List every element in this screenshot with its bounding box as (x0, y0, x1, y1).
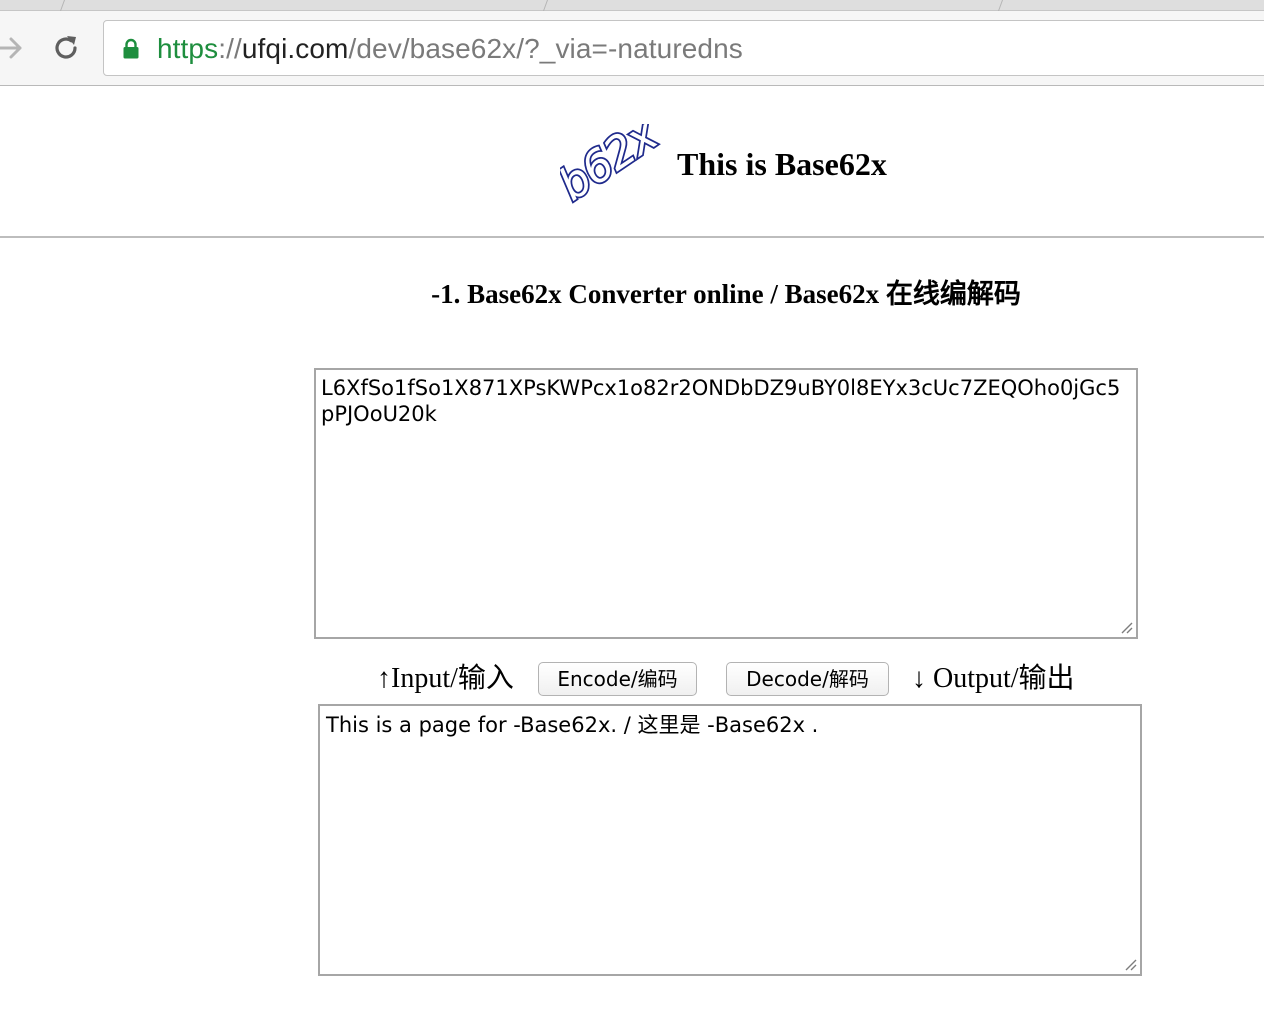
decode-button[interactable]: Decode/解码 (726, 662, 889, 696)
address-bar[interactable]: https://ufqi.com/dev/base62x/?_via=-natu… (103, 20, 1264, 76)
tab-divider (59, 0, 66, 11)
section-title: -1. Base62x Converter online / Base62x 在… (431, 279, 1021, 309)
site-title: This is Base62x (677, 146, 887, 182)
browser-toolbar: https://ufqi.com/dev/base62x/?_via=-natu… (0, 11, 1264, 86)
input-textarea[interactable]: L6XfSo1fSo1X871XPsKWPcx1o82r2ONDbDZ9uBY0… (314, 368, 1138, 639)
input-label: ↑Input/输入 (377, 663, 514, 694)
tab-strip (0, 0, 1264, 11)
tab-divider (997, 0, 1004, 11)
tab-divider (542, 0, 549, 11)
forward-arrow-icon (0, 37, 22, 59)
url-separator: :// (218, 33, 242, 64)
url-scheme: https (157, 33, 219, 64)
forward-button[interactable] (0, 29, 28, 67)
url-host: ufqi.com (241, 33, 349, 64)
resize-grip-icon[interactable] (1119, 620, 1133, 634)
url-text: https://ufqi.com/dev/base62x/?_via=-natu… (157, 32, 743, 66)
output-label: ↓ Output/输出 (912, 663, 1075, 694)
url-path: /dev/base62x/?_via=-naturedns (348, 33, 743, 64)
page-header: b62x This is Base62x (0, 86, 1264, 238)
input-text: L6XfSo1fSo1X871XPsKWPcx1o82r2ONDbDZ9uBY0… (321, 376, 1121, 426)
output-text: This is a page for -Base62x. / 这里是 -Base… (326, 713, 819, 737)
lock-icon (123, 38, 139, 59)
resize-grip-icon[interactable] (1123, 957, 1137, 971)
encode-button[interactable]: Encode/编码 (538, 662, 697, 696)
reload-icon (55, 36, 77, 59)
b62x-logo[interactable]: b62x (560, 124, 680, 210)
output-textarea[interactable]: This is a page for -Base62x. / 这里是 -Base… (318, 704, 1142, 976)
reload-button[interactable] (49, 29, 83, 67)
logo-text: b62x (560, 124, 668, 210)
